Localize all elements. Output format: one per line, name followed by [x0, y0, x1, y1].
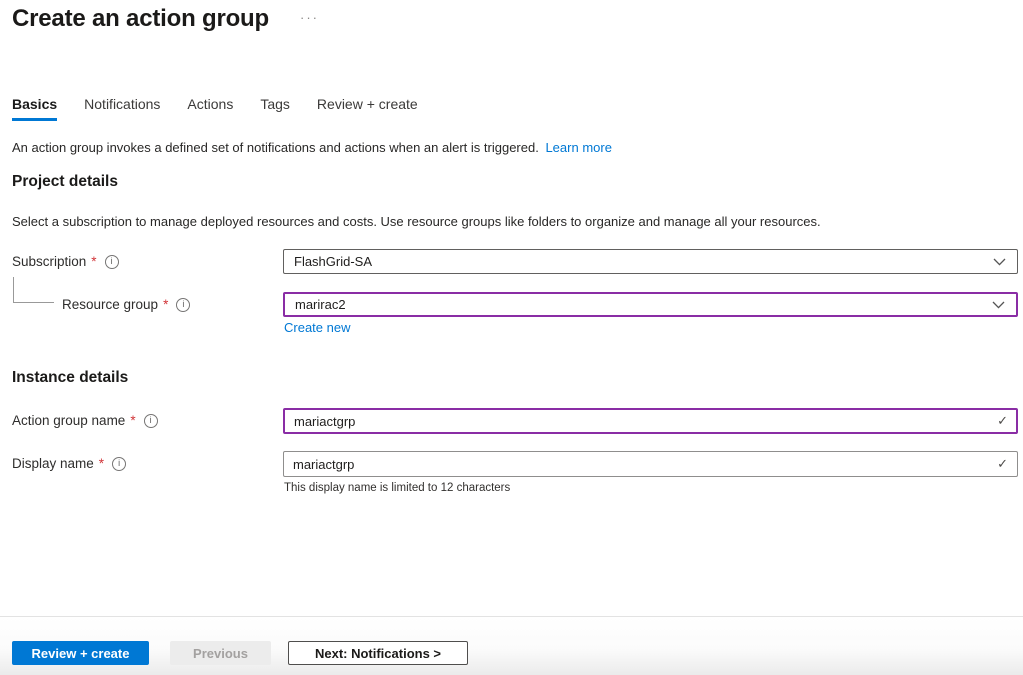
tab-bar: Basics Notifications Actions Tags Review…	[12, 96, 418, 121]
info-icon[interactable]: i	[104, 254, 119, 269]
next-notifications-button[interactable]: Next: Notifications >	[288, 641, 468, 665]
resource-group-select-value: marirac2	[295, 297, 346, 312]
display-name-label-text: Display name	[12, 456, 94, 471]
required-asterisk: *	[98, 456, 105, 471]
subscription-label: Subscription * i	[12, 249, 119, 274]
tab-tags[interactable]: Tags	[260, 96, 290, 121]
subscription-control: FlashGrid-SA	[283, 249, 1018, 274]
hierarchy-connector-line	[13, 277, 54, 303]
footer-bar	[0, 616, 1023, 675]
action-group-name-label-text: Action group name	[12, 413, 126, 428]
resource-group-label-text: Resource group	[62, 297, 159, 312]
learn-more-link[interactable]: Learn more	[545, 140, 611, 155]
chevron-down-icon	[993, 258, 1006, 266]
info-icon[interactable]: i	[176, 297, 191, 312]
display-name-label: Display name * i	[12, 451, 127, 476]
more-options-icon[interactable]: ···	[300, 10, 319, 25]
intro-text: An action group invokes a defined set of…	[12, 140, 612, 155]
required-asterisk: *	[130, 413, 136, 428]
project-details-description: Select a subscription to manage deployed…	[12, 214, 821, 229]
page-title: Create an action group	[12, 5, 269, 32]
action-group-name-label: Action group name * i	[12, 408, 158, 433]
subscription-select-value: FlashGrid-SA	[294, 254, 373, 269]
display-name-helper-text: This display name is limited to 12 chara…	[284, 482, 511, 494]
tab-notifications[interactable]: Notifications	[84, 96, 160, 121]
create-new-link[interactable]: Create new	[284, 320, 350, 335]
action-group-name-control: ✓	[283, 408, 1018, 434]
tab-review-create[interactable]: Review + create	[317, 96, 418, 121]
chevron-down-icon	[992, 301, 1005, 309]
display-name-input[interactable]	[283, 451, 1018, 477]
display-name-control: ✓	[283, 451, 1018, 477]
resource-group-select[interactable]: marirac2	[283, 292, 1018, 317]
instance-details-heading: Instance details	[12, 369, 129, 386]
intro-sentence: An action group invokes a defined set of…	[12, 140, 539, 155]
info-icon[interactable]: i	[143, 413, 158, 428]
action-group-name-input[interactable]	[283, 408, 1018, 434]
subscription-select[interactable]: FlashGrid-SA	[283, 249, 1018, 274]
resource-group-label: Resource group * i	[62, 292, 191, 317]
required-asterisk: *	[163, 297, 169, 312]
subscription-label-text: Subscription	[12, 254, 87, 269]
info-icon[interactable]: i	[112, 456, 127, 471]
create-action-group-page: Create an action group ··· Basics Notifi…	[0, 0, 1023, 675]
project-details-heading: Project details	[12, 173, 118, 190]
resource-group-control: marirac2	[283, 292, 1018, 317]
tab-basics[interactable]: Basics	[12, 96, 58, 121]
required-asterisk: *	[91, 254, 97, 269]
previous-button[interactable]: Previous	[170, 641, 271, 665]
review-create-button[interactable]: Review + create	[12, 641, 149, 665]
tab-actions[interactable]: Actions	[187, 96, 233, 121]
